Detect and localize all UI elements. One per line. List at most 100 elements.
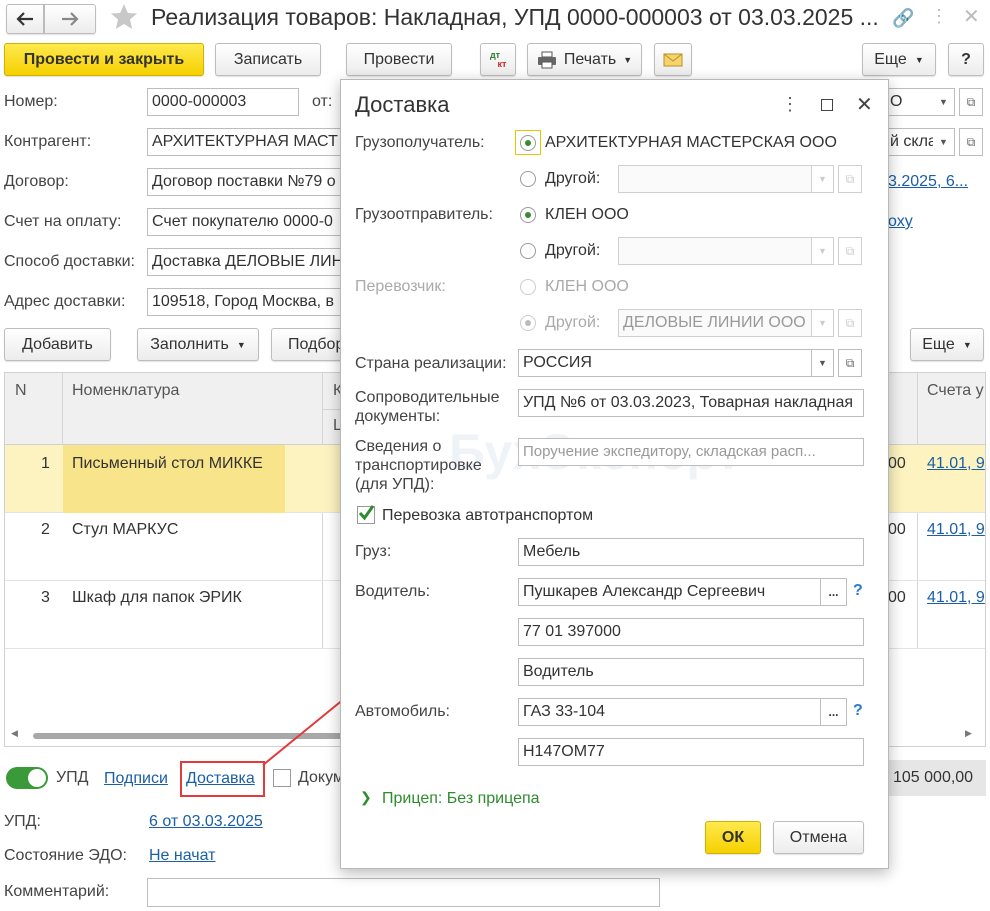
row-item[interactable]: Письменный стол МИККЕ bbox=[72, 455, 263, 473]
post-and-close-button[interactable]: Провести и закрыть bbox=[4, 43, 204, 76]
fill-button[interactable]: Заполнить ▼ bbox=[137, 328, 259, 361]
consignee-radio-main[interactable] bbox=[520, 135, 536, 151]
carrier-other-open[interactable]: ⧉ bbox=[838, 309, 862, 337]
delivery-link[interactable]: Доставка bbox=[186, 770, 255, 788]
organization-dropdown[interactable]: ▼ bbox=[933, 88, 955, 116]
trailer-toggle[interactable]: Прицеп: Без прицепа bbox=[382, 790, 540, 808]
shipper-label: Грузоотправитель: bbox=[355, 206, 493, 223]
upd-toggle[interactable] bbox=[6, 767, 48, 789]
close-window-icon[interactable]: ✕ bbox=[963, 4, 980, 29]
vehicle-select-button[interactable]: ... bbox=[820, 698, 847, 726]
add-row-button[interactable]: Добавить bbox=[4, 328, 111, 361]
warehouse-dropdown[interactable]: ▼ bbox=[933, 128, 955, 156]
country-dropdown[interactable]: ▼ bbox=[812, 349, 834, 377]
row-account-link[interactable]: 41.01, 9 bbox=[927, 521, 985, 539]
auto-transport-label: Перевозка автотранспортом bbox=[382, 507, 594, 524]
post-button[interactable]: Провести bbox=[346, 43, 452, 76]
table-more-label: Еще bbox=[922, 335, 955, 353]
carrier-other-field[interactable]: ДЕЛОВЫЕ ЛИНИИ ООО bbox=[618, 309, 812, 337]
window-title: Реализация товаров: Накладная, УПД 0000-… bbox=[151, 4, 879, 30]
warehouse-open-button[interactable]: ⧉ bbox=[959, 128, 983, 156]
more-button[interactable]: Еще ▼ bbox=[862, 43, 936, 76]
col-header-accounts: Счета у bbox=[927, 382, 984, 399]
col-header-n: N bbox=[15, 382, 27, 399]
delivery-method-field[interactable]: Доставка ДЕЛОВЫЕ ЛИН bbox=[147, 248, 347, 276]
consignee-other-field[interactable] bbox=[618, 165, 812, 193]
row-item[interactable]: Стул МАРКУС bbox=[72, 521, 178, 539]
country-open[interactable]: ⧉ bbox=[838, 349, 862, 377]
row-account-link[interactable]: 41.01, 9 bbox=[927, 589, 985, 607]
driver-label: Водитель: bbox=[355, 583, 431, 600]
contract-field[interactable]: Договор поставки №79 о bbox=[147, 168, 347, 196]
shipper-other-open[interactable]: ⧉ bbox=[838, 237, 862, 265]
docs-field[interactable]: УПД №6 от 03.03.2023, Товарная накладная bbox=[518, 389, 864, 417]
invoice-field[interactable]: Счет покупателю 0000-0 bbox=[147, 208, 347, 236]
country-field[interactable]: РОССИЯ bbox=[518, 349, 812, 377]
comment-label: Комментарий: bbox=[4, 883, 110, 900]
signatures-link[interactable]: Подписи bbox=[104, 770, 168, 788]
row-item[interactable]: Шкаф для папок ЭРИК bbox=[72, 589, 242, 607]
driver-license-field[interactable]: 77 01 397000 bbox=[518, 618, 864, 646]
right-link-2[interactable]: оху bbox=[888, 213, 913, 231]
driver-help-icon[interactable]: ? bbox=[853, 582, 863, 600]
docs-label-line2: документы: bbox=[355, 408, 441, 425]
print-label: Печать bbox=[563, 50, 617, 68]
scroll-right-icon[interactable]: ▶ bbox=[965, 728, 972, 739]
warehouse-field[interactable]: й скла bbox=[886, 128, 934, 156]
auto-transport-checkbox[interactable] bbox=[357, 505, 375, 524]
vehicle-number-field[interactable]: Н147ОМ77 bbox=[518, 738, 864, 766]
ok-button[interactable]: ОК bbox=[705, 821, 761, 854]
chevron-right-icon[interactable]: ❯ bbox=[360, 789, 372, 806]
dialog-menu-icon[interactable]: ⋮ bbox=[781, 94, 799, 115]
doc-checkbox[interactable] bbox=[273, 769, 291, 787]
driver-select-button[interactable]: ... bbox=[820, 578, 847, 606]
shipper-radio-main[interactable] bbox=[520, 207, 536, 223]
more-vert-icon[interactable]: ⋮ bbox=[930, 6, 948, 27]
printer-icon bbox=[537, 51, 556, 68]
cancel-button[interactable]: Отмена bbox=[773, 821, 864, 854]
shipper-other-field[interactable] bbox=[618, 237, 812, 265]
carrier-radio-main[interactable] bbox=[520, 279, 536, 295]
address-field[interactable]: 109518, Город Москва, в bbox=[147, 288, 347, 316]
arrow-left-icon bbox=[16, 12, 33, 26]
number-field[interactable]: 0000-000003 bbox=[147, 88, 299, 116]
upd-value-link[interactable]: 6 от 03.03.2025 bbox=[149, 813, 263, 831]
carrier-other-dropdown[interactable]: ▼ bbox=[812, 309, 834, 337]
contractor-field[interactable]: АРХИТЕКТУРНАЯ МАСТ bbox=[147, 128, 347, 156]
edo-status-link[interactable]: Не начат bbox=[149, 847, 216, 865]
maximize-icon[interactable] bbox=[821, 99, 833, 111]
vehicle-field[interactable]: ГАЗ 33-104 bbox=[518, 698, 821, 726]
cargo-field[interactable]: Мебель bbox=[518, 538, 864, 566]
scroll-left-icon[interactable]: ◀ bbox=[11, 728, 18, 739]
row-account-link[interactable]: 41.01, 9 bbox=[927, 455, 985, 473]
consignee-radio-other[interactable] bbox=[520, 171, 536, 187]
consignee-other-open[interactable]: ⧉ bbox=[838, 165, 862, 193]
forward-button[interactable] bbox=[44, 4, 96, 34]
link-icon[interactable]: 🔗 bbox=[892, 8, 914, 29]
back-button[interactable] bbox=[6, 4, 44, 34]
select-button[interactable]: Подбор bbox=[271, 328, 351, 361]
print-button[interactable]: Печать ▼ bbox=[527, 43, 642, 76]
help-button[interactable]: ? bbox=[948, 43, 984, 76]
save-button[interactable]: Записать bbox=[215, 43, 321, 76]
consignee-other-dropdown[interactable]: ▼ bbox=[812, 165, 834, 193]
shipper-other-dropdown[interactable]: ▼ bbox=[812, 237, 834, 265]
organization-field[interactable]: О bbox=[886, 88, 934, 116]
email-button[interactable] bbox=[654, 43, 692, 76]
driver-role-field[interactable]: Водитель bbox=[518, 658, 864, 686]
shipper-radio-other[interactable] bbox=[520, 243, 536, 259]
dialog-close-icon[interactable]: ✕ bbox=[856, 92, 873, 117]
dtkt-button[interactable]: дт кт bbox=[480, 43, 516, 76]
comment-field[interactable] bbox=[147, 878, 660, 907]
organization-open-button[interactable]: ⧉ bbox=[959, 88, 983, 116]
right-link-1[interactable]: 3.2025, 6... bbox=[888, 173, 968, 191]
arrow-right-icon bbox=[62, 12, 79, 26]
transport-field[interactable]: Поручение экспедитору, складская расп... bbox=[518, 438, 864, 466]
table-more-button[interactable]: Еще ▼ bbox=[910, 328, 984, 361]
vehicle-help-icon[interactable]: ? bbox=[853, 702, 863, 720]
driver-field[interactable]: Пушкарев Александр Сергеевич bbox=[518, 578, 821, 606]
row-amount: 00 bbox=[888, 589, 906, 606]
favorite-star-icon[interactable] bbox=[109, 2, 139, 32]
carrier-radio-other[interactable] bbox=[520, 315, 536, 331]
select-label: Подбор bbox=[288, 335, 345, 353]
